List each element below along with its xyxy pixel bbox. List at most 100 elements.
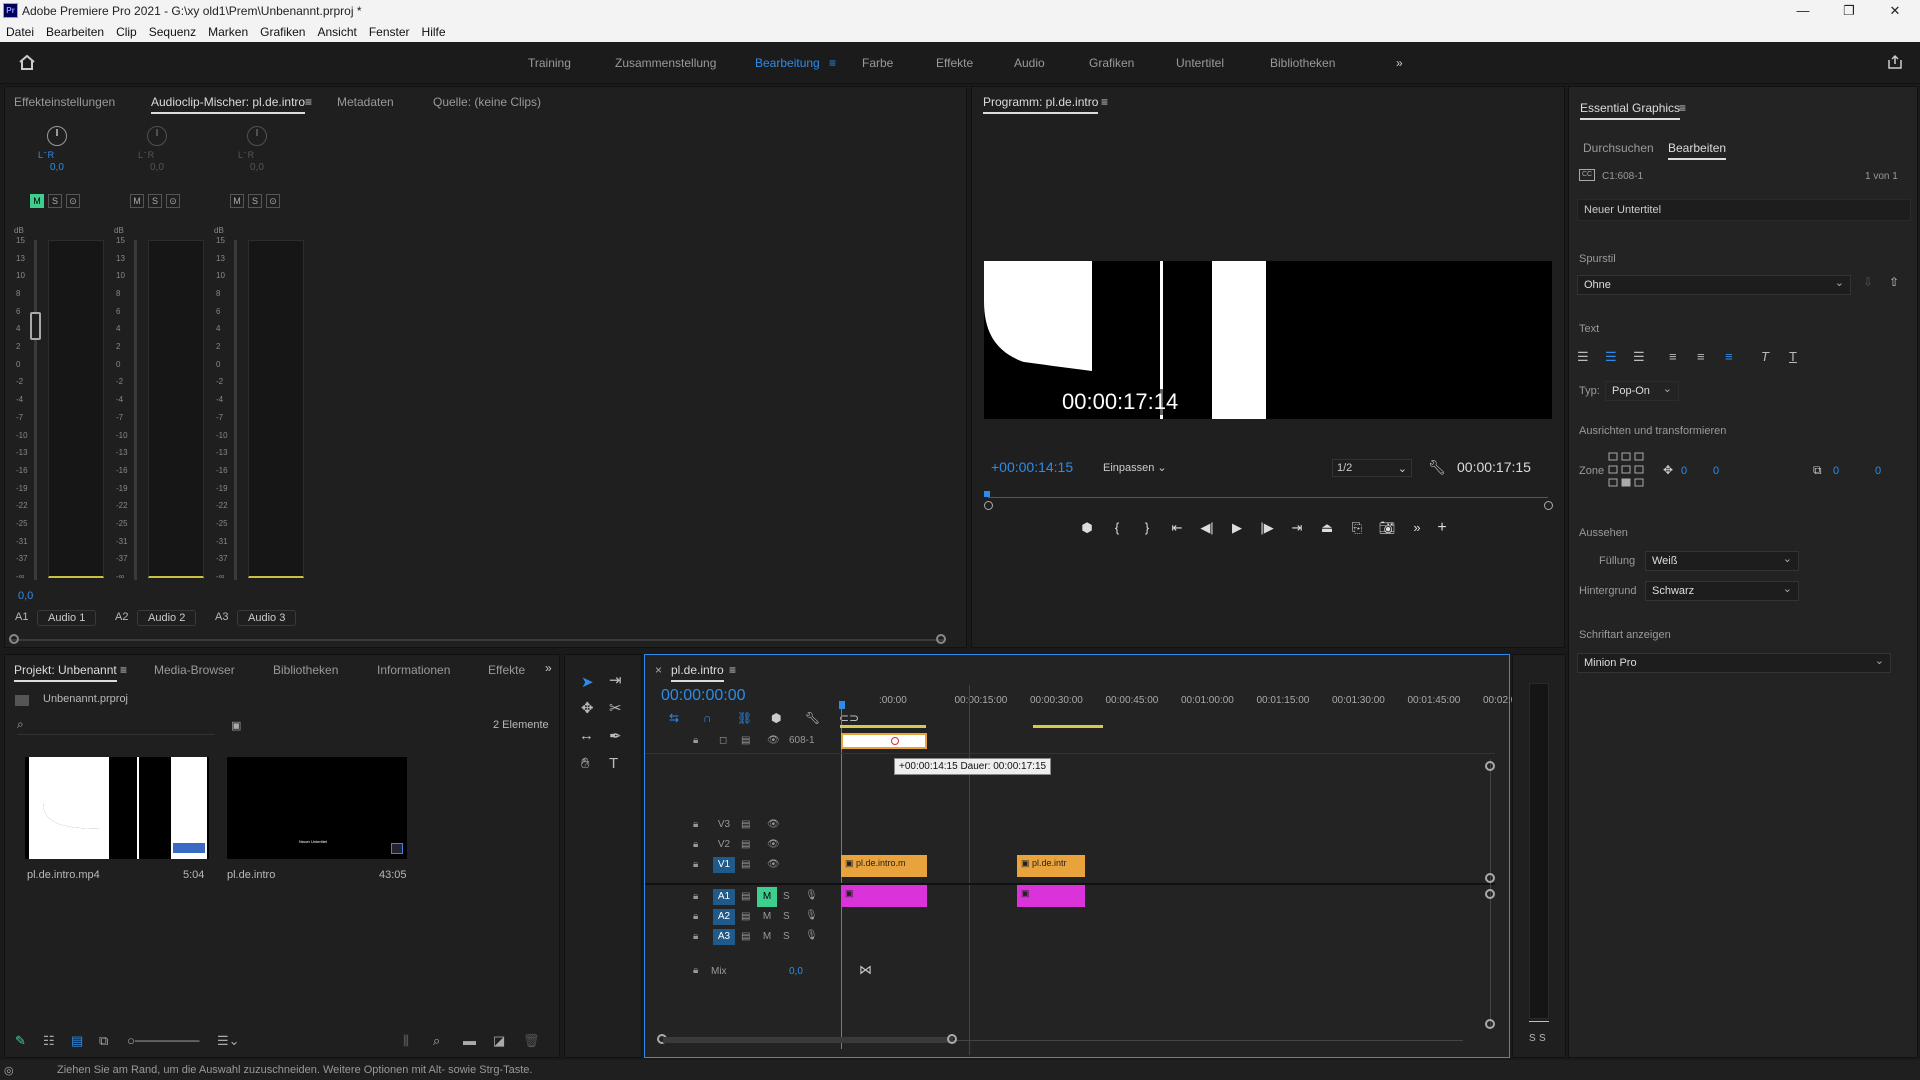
- add-marker-icon[interactable]: ⬢: [771, 711, 805, 725]
- mute-button[interactable]: M: [757, 909, 777, 925]
- pan-knob[interactable]: [247, 126, 267, 146]
- hand-tool-icon[interactable]: ✋︎: [581, 755, 590, 772]
- extract-icon[interactable]: ⎘: [1342, 520, 1372, 536]
- italic-icon[interactable]: T: [1761, 349, 1789, 364]
- tab-audioclip-mischer[interactable]: Audioclip-Mischer: pl.de.intro: [151, 95, 306, 114]
- sync-lock-icon[interactable]: ▤: [741, 931, 750, 942]
- pen-tool-icon[interactable]: ✒︎: [609, 727, 622, 745]
- automate-icon[interactable]: ⫼: [403, 1033, 433, 1049]
- mute-button[interactable]: M: [30, 194, 44, 208]
- menu-grafiken[interactable]: Grafiken: [254, 22, 311, 42]
- wrench-icon[interactable]: 🔧︎: [1428, 459, 1446, 476]
- push-up-icon[interactable]: ⇧: [1889, 275, 1899, 289]
- video-clip[interactable]: ▣ pl.de.intro.m: [841, 855, 927, 877]
- playhead-timecode[interactable]: +00:00:14:15: [991, 459, 1073, 475]
- go-to-in-icon[interactable]: ⇤: [1162, 520, 1192, 536]
- timeline-scroll-right-handle[interactable]: [947, 1034, 957, 1044]
- program-video-frame[interactable]: 00:00:17:14: [984, 261, 1552, 419]
- mute-button[interactable]: M: [130, 194, 144, 208]
- menu-datei[interactable]: Datei: [0, 22, 40, 42]
- panel-menu-icon[interactable]: ≡: [729, 663, 736, 677]
- program-playhead-marker[interactable]: [984, 491, 990, 497]
- video-clip[interactable]: ▣ pl.de.intr: [1017, 855, 1085, 877]
- mute-button[interactable]: M: [230, 194, 244, 208]
- more-workspaces-icon[interactable]: »: [1396, 56, 1403, 70]
- tab-effekte[interactable]: Effekte: [488, 663, 525, 677]
- icon-view-icon[interactable]: ▤: [71, 1033, 99, 1049]
- timeline-scroll-thumb[interactable]: [663, 1037, 953, 1043]
- go-to-out-icon[interactable]: ⇥: [1282, 520, 1312, 536]
- record-button[interactable]: ⊙: [66, 194, 80, 208]
- track-style-dropdown[interactable]: Ohne: [1577, 275, 1851, 295]
- volume-fader-track[interactable]: [34, 240, 37, 580]
- nest-icon[interactable]: ⇆: [669, 711, 703, 725]
- menu-clip[interactable]: Clip: [110, 22, 143, 42]
- tab-media-browser[interactable]: Media-Browser: [154, 663, 235, 677]
- menu-bearbeiten[interactable]: Bearbeiten: [40, 22, 110, 42]
- sync-lock-icon[interactable]: ▤: [741, 839, 750, 850]
- v-scroll-handle-mid2[interactable]: [1485, 889, 1495, 899]
- v-scroll-handle-top[interactable]: [1485, 761, 1495, 771]
- solo-left[interactable]: S: [1529, 1033, 1536, 1044]
- eye-icon[interactable]: 👁︎: [767, 839, 780, 850]
- track-target-label[interactable]: V2: [713, 837, 735, 853]
- tab-projekt[interactable]: Projekt: Unbenannt: [14, 663, 117, 682]
- caption-track-toggle-icon[interactable]: ▤: [741, 735, 750, 746]
- underline-icon[interactable]: T: [1789, 349, 1817, 364]
- more-tabs-icon[interactable]: »: [545, 661, 552, 675]
- tab-effekteinstellungen[interactable]: Effekteinstellungen: [14, 95, 115, 109]
- workspace-effekte[interactable]: Effekte: [936, 56, 973, 70]
- zone-grid[interactable]: [1607, 451, 1647, 491]
- delete-icon[interactable]: 🗑︎: [523, 1033, 543, 1049]
- zoom-slider[interactable]: ○───────: [127, 1033, 217, 1048]
- sync-lock-icon[interactable]: ▤: [741, 819, 750, 830]
- caption-track-target-icon[interactable]: ◻︎: [719, 735, 727, 746]
- size-x[interactable]: 0: [1833, 465, 1839, 477]
- solo-button[interactable]: S: [783, 931, 790, 942]
- pan-value[interactable]: 0,0: [150, 162, 164, 173]
- eye-icon[interactable]: 👁︎: [767, 819, 780, 830]
- solo-button[interactable]: S: [248, 194, 262, 208]
- minimize-button[interactable]: —: [1780, 0, 1826, 22]
- align-left-icon[interactable]: ☰: [1577, 349, 1605, 365]
- timeline-settings-icon[interactable]: 🔧︎: [805, 711, 839, 725]
- menu-hilfe[interactable]: Hilfe: [416, 22, 452, 42]
- lock-icon[interactable]: 🔒︎: [693, 819, 698, 830]
- solo-button[interactable]: S: [48, 194, 62, 208]
- lock-icon[interactable]: 🔒︎: [693, 931, 698, 942]
- pan-knob[interactable]: [147, 126, 167, 146]
- tab-informationen[interactable]: Informationen: [377, 663, 450, 677]
- volume-fader-handle[interactable]: [30, 312, 41, 340]
- panel-menu-icon[interactable]: ≡: [1679, 101, 1686, 115]
- zoom-handle-left[interactable]: [984, 501, 993, 510]
- solo-right[interactable]: S: [1539, 1033, 1546, 1044]
- lock-icon[interactable]: 🔒︎: [693, 839, 698, 850]
- font-dropdown[interactable]: Minion Pro: [1577, 653, 1891, 673]
- panel-menu-icon[interactable]: ≡: [305, 95, 312, 109]
- solo-button[interactable]: S: [783, 911, 790, 922]
- close-sequence-icon[interactable]: ×: [655, 663, 662, 677]
- find-icon[interactable]: ⌕: [433, 1033, 463, 1049]
- tab-metadaten[interactable]: Metadaten: [337, 95, 394, 109]
- position-x[interactable]: 0: [1681, 465, 1687, 477]
- track-target-label[interactable]: V3: [713, 817, 735, 833]
- step-back-icon[interactable]: ◀︎|: [1192, 520, 1222, 536]
- caption-clip[interactable]: [841, 733, 927, 749]
- align-middle-icon[interactable]: ≡: [1697, 349, 1725, 364]
- lock-icon[interactable]: 🔒︎: [693, 735, 698, 746]
- timeline-playhead-marker[interactable]: [839, 701, 845, 709]
- zoom-fit-dropdown[interactable]: Einpassen ⌄: [1099, 459, 1172, 477]
- position-y[interactable]: 0: [1713, 465, 1719, 477]
- record-button[interactable]: ⊙: [166, 194, 180, 208]
- snap-icon[interactable]: ∩: [703, 711, 737, 725]
- sync-lock-icon[interactable]: ▤: [741, 891, 750, 902]
- pan-knob[interactable]: [47, 126, 67, 146]
- new-item-icon[interactable]: ◪: [493, 1033, 523, 1049]
- linked-selection-icon[interactable]: ⛓︎: [737, 711, 771, 725]
- step-forward-icon[interactable]: |▶︎: [1252, 520, 1282, 536]
- workspace-grafiken[interactable]: Grafiken: [1089, 56, 1134, 70]
- menu-marken[interactable]: Marken: [202, 22, 254, 42]
- share-icon[interactable]: [1887, 54, 1903, 70]
- solo-button[interactable]: S: [783, 891, 790, 902]
- sequence-tab[interactable]: pl.de.intro: [671, 663, 724, 682]
